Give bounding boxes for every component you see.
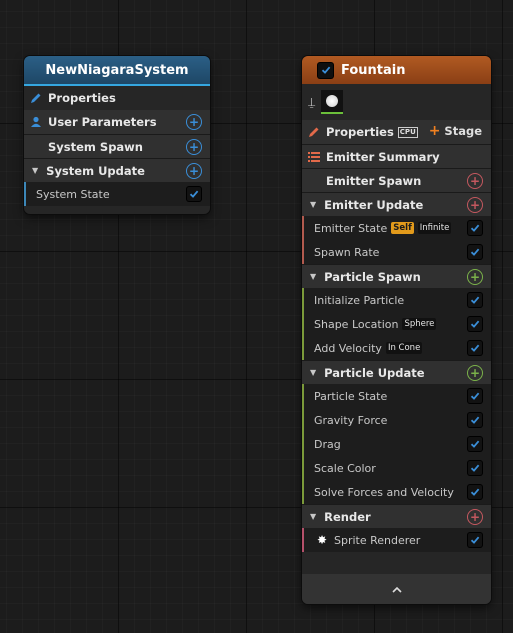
particle-state-label: Particle State bbox=[314, 389, 388, 403]
render-label: Render bbox=[324, 509, 371, 524]
particle-preview-icon bbox=[326, 95, 339, 107]
system-spawn-label: System Spawn bbox=[48, 139, 143, 154]
emitter-properties-label: Properties bbox=[326, 125, 394, 139]
emitter-state-label: Emitter State bbox=[314, 221, 388, 235]
emitter-summary-label: Emitter Summary bbox=[326, 149, 440, 164]
chevron-up-icon bbox=[391, 582, 402, 596]
initialize-particle-checkbox[interactable] bbox=[468, 293, 482, 307]
user-parameters-row[interactable]: User Parameters + bbox=[24, 110, 210, 134]
collapse-triangle-icon[interactable]: ▼ bbox=[310, 200, 316, 209]
drag-row[interactable]: Drag bbox=[302, 432, 491, 456]
properties-label: Properties bbox=[48, 91, 116, 105]
particle-spawn-row[interactable]: ▼ Particle Spawn + bbox=[302, 264, 491, 288]
shape-location-row[interactable]: Shape Location Sphere bbox=[302, 312, 491, 336]
drag-label: Drag bbox=[314, 437, 341, 451]
system-state-label: System State bbox=[36, 187, 110, 201]
stage-label: Stage bbox=[444, 124, 482, 138]
emitter-spawn-label: Emitter Spawn bbox=[326, 173, 422, 188]
add-renderer-button[interactable]: + bbox=[467, 509, 483, 525]
emitter-summary-row[interactable]: Emitter Summary bbox=[302, 144, 491, 168]
solve-forces-checkbox[interactable] bbox=[468, 485, 482, 499]
shape-location-label: Shape Location bbox=[314, 317, 399, 331]
spawn-rate-checkbox[interactable] bbox=[468, 245, 482, 259]
particle-state-checkbox[interactable] bbox=[468, 389, 482, 403]
particle-update-row[interactable]: ▼ Particle Update + bbox=[302, 360, 491, 384]
emitter-node-header[interactable]: Fountain bbox=[302, 56, 491, 84]
add-velocity-label: Add Velocity bbox=[314, 341, 382, 355]
add-velocity-row[interactable]: Add Velocity In Cone bbox=[302, 336, 491, 360]
collapse-triangle-icon[interactable]: ▼ bbox=[310, 512, 316, 521]
emitter-spawn-row[interactable]: Emitter Spawn + bbox=[302, 168, 491, 192]
emitter-thumbnail-row: ⍊ bbox=[302, 84, 491, 120]
emitter-update-row[interactable]: ▼ Emitter Update + bbox=[302, 192, 491, 216]
collapse-triangle-icon[interactable]: ▼ bbox=[32, 166, 38, 175]
add-velocity-checkbox[interactable] bbox=[468, 341, 482, 355]
gravity-force-checkbox[interactable] bbox=[468, 413, 482, 427]
system-title: NewNiagaraSystem bbox=[45, 62, 189, 78]
system-state-checkbox[interactable] bbox=[187, 187, 201, 201]
plus-icon: + bbox=[428, 123, 441, 139]
pencil-icon bbox=[306, 126, 322, 138]
emitter-thumbnail[interactable] bbox=[321, 90, 344, 114]
gravity-force-label: Gravity Force bbox=[314, 413, 388, 427]
emitter-node[interactable]: Fountain ⍊ Properties CPU + Stage Emitter… bbox=[302, 56, 491, 604]
cpu-badge: CPU bbox=[397, 126, 418, 138]
user-parameters-label: User Parameters bbox=[48, 115, 157, 129]
sphere-badge: Sphere bbox=[402, 318, 437, 330]
system-node-header[interactable]: NewNiagaraSystem bbox=[24, 56, 210, 86]
add-particle-update-button[interactable]: + bbox=[467, 365, 483, 381]
system-update-row[interactable]: ▼ System Update + bbox=[24, 158, 210, 182]
sprite-renderer-label: Sprite Renderer bbox=[334, 533, 421, 547]
solve-forces-label: Solve Forces and Velocity bbox=[314, 485, 454, 499]
particle-update-label: Particle Update bbox=[324, 365, 425, 380]
system-update-label: System Update bbox=[46, 163, 145, 178]
collapse-node-button[interactable] bbox=[302, 574, 491, 604]
system-properties-row[interactable]: Properties bbox=[24, 86, 210, 110]
scale-color-label: Scale Color bbox=[314, 461, 376, 475]
render-row[interactable]: ▼ Render + bbox=[302, 504, 491, 528]
pencil-icon bbox=[28, 92, 44, 104]
solve-forces-row[interactable]: Solve Forces and Velocity bbox=[302, 480, 491, 504]
initialize-particle-label: Initialize Particle bbox=[314, 293, 405, 307]
sprite-renderer-checkbox[interactable] bbox=[468, 533, 482, 547]
sprite-renderer-row[interactable]: ✸ Sprite Renderer bbox=[302, 528, 491, 552]
sprite-icon: ✸ bbox=[316, 533, 328, 547]
system-spawn-row[interactable]: System Spawn + bbox=[24, 134, 210, 158]
scale-color-row[interactable]: Scale Color bbox=[302, 456, 491, 480]
add-system-update-button[interactable]: + bbox=[186, 163, 202, 179]
emitter-state-checkbox[interactable] bbox=[468, 221, 482, 235]
add-stage-button[interactable]: + Stage bbox=[429, 124, 482, 138]
in-cone-badge: In Cone bbox=[385, 342, 423, 354]
particle-state-row[interactable]: Particle State bbox=[302, 384, 491, 408]
system-state-row[interactable]: System State bbox=[24, 182, 210, 206]
add-emitter-spawn-button[interactable]: + bbox=[467, 173, 483, 189]
particle-spawn-label: Particle Spawn bbox=[324, 269, 421, 284]
emitter-title: Fountain bbox=[341, 62, 406, 78]
add-user-parameter-button[interactable]: + bbox=[186, 114, 202, 130]
collapse-triangle-icon[interactable]: ▼ bbox=[310, 368, 316, 377]
initialize-particle-row[interactable]: Initialize Particle bbox=[302, 288, 491, 312]
gravity-force-row[interactable]: Gravity Force bbox=[302, 408, 491, 432]
spawn-rate-label: Spawn Rate bbox=[314, 245, 380, 259]
shape-location-checkbox[interactable] bbox=[468, 317, 482, 331]
emitter-properties-row[interactable]: Properties CPU + Stage bbox=[302, 120, 491, 144]
pin-icon[interactable]: ⍊ bbox=[308, 95, 315, 110]
collapse-triangle-icon[interactable]: ▼ bbox=[310, 272, 316, 281]
scale-color-checkbox[interactable] bbox=[468, 461, 482, 475]
add-particle-spawn-button[interactable]: + bbox=[467, 269, 483, 285]
list-icon bbox=[306, 151, 322, 162]
infinite-badge: Infinite bbox=[417, 222, 452, 234]
emitter-update-label: Emitter Update bbox=[324, 197, 424, 212]
emitter-state-row[interactable]: Emitter State Self Infinite bbox=[302, 216, 491, 240]
spawn-rate-row[interactable]: Spawn Rate bbox=[302, 240, 491, 264]
add-emitter-update-button[interactable]: + bbox=[467, 197, 483, 213]
emitter-enable-checkbox[interactable] bbox=[318, 62, 333, 78]
system-node[interactable]: NewNiagaraSystem Properties User Paramet… bbox=[24, 56, 210, 214]
add-system-spawn-button[interactable]: + bbox=[186, 139, 202, 155]
self-badge: Self bbox=[391, 222, 414, 234]
drag-checkbox[interactable] bbox=[468, 437, 482, 451]
user-icon bbox=[28, 116, 44, 128]
